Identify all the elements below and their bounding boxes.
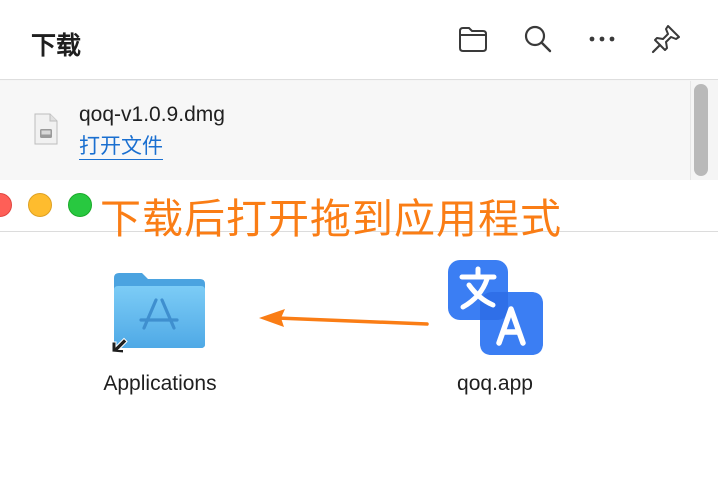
minimize-button[interactable] xyxy=(28,193,52,217)
close-button[interactable] xyxy=(0,193,12,217)
applications-folder-icon xyxy=(110,268,210,354)
disk-image-icon xyxy=(34,113,58,145)
folder-icon[interactable] xyxy=(456,22,490,56)
qoq-app-label: qoq.app xyxy=(457,372,533,395)
translate-app-icon xyxy=(447,259,545,357)
drag-arrow xyxy=(255,304,435,334)
downloads-header: 下载 xyxy=(0,0,718,80)
zoom-button[interactable] xyxy=(68,193,92,217)
applications-label: Applications xyxy=(103,372,217,395)
dmg-window: 下载后打开拖到应用程式 Applications qoq.app xyxy=(0,180,718,486)
install-instruction: 下载后打开拖到应用程式 xyxy=(100,195,562,243)
download-file-name: qoq-v1.0.9.dmg xyxy=(79,103,225,126)
search-icon[interactable] xyxy=(521,22,555,56)
dmg-titlebar: 下载后打开拖到应用程式 xyxy=(0,180,718,243)
screen: 下载 qoq-v1.0.9.dmg 打开文件 下载后打开拖到应用程式 Appli… xyxy=(0,0,718,486)
scrollbar-thumb[interactable] xyxy=(694,84,708,176)
downloads-panel: 下载 qoq-v1.0.9.dmg 打开文件 xyxy=(0,0,718,180)
applications-shortcut[interactable]: Applications xyxy=(80,262,240,402)
open-file-link[interactable]: 打开文件 xyxy=(79,133,163,160)
more-icon[interactable] xyxy=(585,22,619,56)
qoq-app[interactable]: qoq.app xyxy=(420,252,570,402)
downloads-title: 下载 xyxy=(31,31,82,60)
download-item[interactable]: qoq-v1.0.9.dmg 打开文件 xyxy=(0,81,690,180)
pin-icon[interactable] xyxy=(649,22,683,56)
